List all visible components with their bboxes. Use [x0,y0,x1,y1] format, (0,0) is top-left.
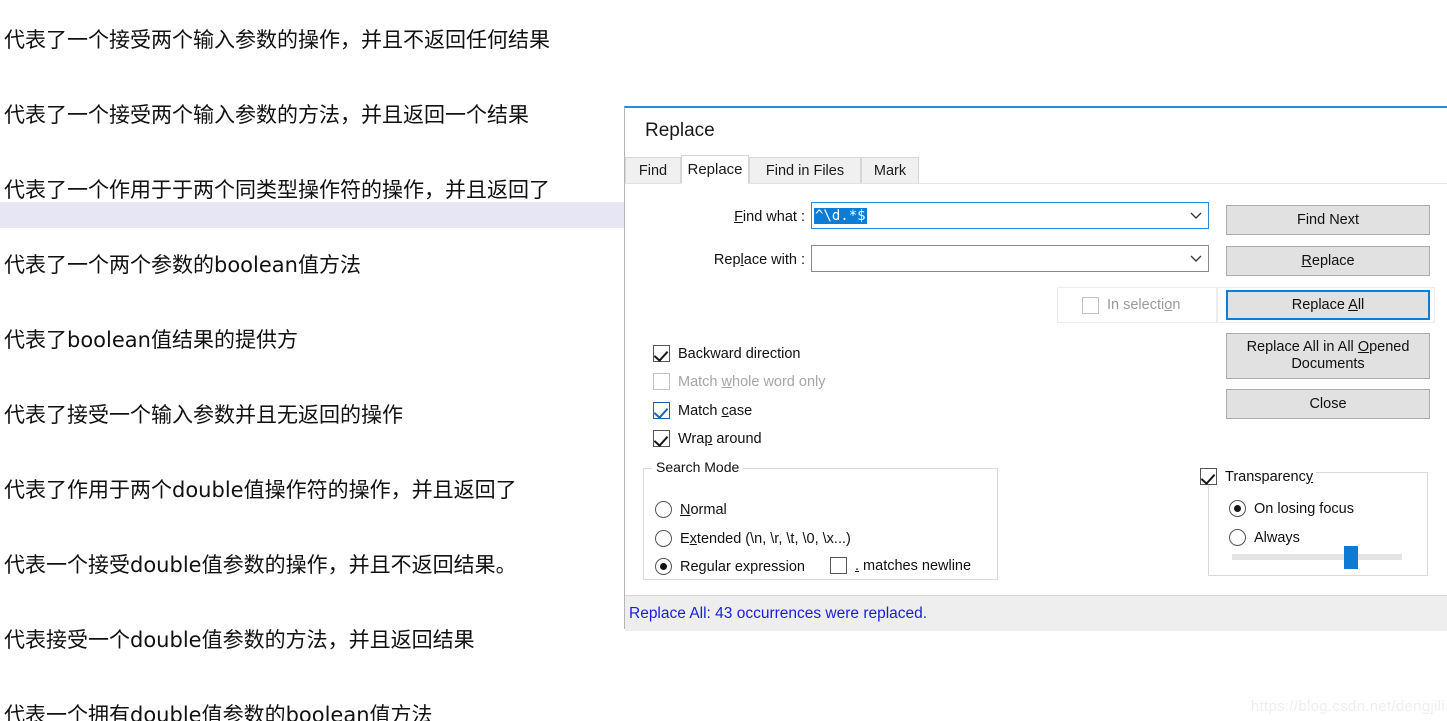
radio-icon [655,501,672,518]
editor-line: 代表了一个作用于于两个同类型操作符的操作，并且返回了 [4,178,550,202]
dialog-status-bar: Replace All: 43 occurrences were replace… [625,595,1447,631]
watermark: https://blog.csdn.net/dengjili [1250,698,1445,715]
dialog-title: Replace [645,120,715,141]
checkbox-icon [653,402,670,419]
wrap-around-label: Wrap around [678,430,762,447]
search-mode-extended-label: Extended (\n, \r, \t, \0, \x...) [680,530,851,547]
replace-with-label: Replace with : [713,252,805,268]
tab-replace[interactable]: Replace [681,155,749,184]
transparency-label: Transparency [1225,468,1314,485]
match-case-label: Match case [678,402,753,419]
replace-all-opened-button[interactable]: Replace All in All Opened Documents [1226,333,1430,379]
in-selection-panel: In selection [1057,287,1217,323]
transparency-checkbox[interactable]: Transparency [1197,468,1317,485]
editor-line: 代表一个接受double值参数的操作，并且不返回结果。 [4,553,517,577]
editor-line: 代表了一个接受两个输入参数的方法，并且返回一个结果 [4,103,529,127]
transparency-group [1208,472,1428,576]
tab-find[interactable]: Find [625,157,681,184]
transparency-slider-track[interactable] [1232,554,1402,560]
dot-matches-newline-label: . matches newline [855,557,972,574]
wrap-around-checkbox[interactable]: Wrap around [653,430,762,447]
editor-line: 代表了接受一个输入参数并且无返回的操作 [4,403,403,427]
status-message: Replace All: 43 occurrences were replace… [629,604,928,622]
in-selection-checkbox[interactable]: In selection [1082,296,1181,314]
radio-icon [1229,529,1246,546]
transparency-on-losing-focus-label: On losing focus [1254,500,1354,517]
app-window: 代表了一个接受两个输入参数的操作，并且不返回任何结果 代表了一个接受两个输入参数… [0,0,1447,721]
replace-all-button[interactable]: Replace All [1226,290,1430,320]
editor-line: 代表了boolean值结果的提供方 [4,328,298,352]
find-what-input[interactable]: ^\d.*$ [811,202,1209,229]
match-whole-word-label: Match whole word only [678,373,826,390]
checkbox-icon [830,557,847,574]
editor-line: 代表了一个接受两个输入参数的操作，并且不返回任何结果 [4,28,550,52]
search-mode-normal-radio[interactable]: Normal [655,501,727,518]
radio-icon [655,530,672,547]
find-what-label: Find what : [734,209,805,225]
replace-button[interactable]: Replace [1226,246,1430,276]
transparency-always-label: Always [1254,529,1300,546]
search-mode-extended-radio[interactable]: Extended (\n, \r, \t, \0, \x...) [655,530,851,547]
radio-icon [655,558,672,575]
backward-direction-label: Backward direction [678,345,801,362]
dot-matches-newline-checkbox[interactable]: . matches newline [830,557,971,574]
checkbox-icon [1200,468,1217,485]
checkbox-icon [653,430,670,447]
search-mode-title: Search Mode [652,459,744,475]
find-what-value: ^\d.*$ [814,207,867,224]
radio-icon [1229,500,1246,517]
editor-line: 代表了一个两个参数的boolean值方法 [4,253,361,277]
tab-find-in-files[interactable]: Find in Files [749,157,861,184]
transparency-always-radio[interactable]: Always [1229,529,1300,546]
checkbox-icon [1082,296,1099,314]
replace-all-opened-label: Replace All in All Opened Documents [1246,339,1410,372]
dialog-tabs: Find Replace Find in Files Mark [625,155,1447,184]
search-mode-regex-radio[interactable]: Regular expression [655,558,805,575]
checkbox-icon [653,373,670,390]
editor-line: 代表了作用于两个double值操作符的操作，并且返回了 [4,478,517,502]
replace-button-label: Replace [1301,252,1355,269]
match-case-checkbox[interactable]: Match case [653,402,752,419]
editor-line: 代表一个拥有double值参数的boolean值方法 [4,703,433,721]
in-selection-label: In selection [1107,297,1181,313]
find-next-button[interactable]: Find Next [1226,205,1430,235]
transparency-slider-thumb[interactable] [1344,546,1358,569]
search-mode-regex-label: Regular expression [680,558,805,575]
search-mode-normal-label: Normal [680,501,727,518]
backward-direction-checkbox[interactable]: Backward direction [653,345,801,362]
match-whole-word-checkbox: Match whole word only [653,373,826,390]
tab-mark[interactable]: Mark [861,157,919,184]
replace-dialog: Replace Find Replace Find in Files Mark … [624,106,1447,631]
replace-all-button-label: Replace All [1291,296,1365,313]
chevron-down-icon[interactable] [1184,203,1208,228]
replace-with-input[interactable] [811,245,1209,272]
checkbox-icon [653,345,670,362]
chevron-down-icon[interactable] [1184,246,1208,271]
editor-line: 代表接受一个double值参数的方法，并且返回结果 [4,628,475,652]
close-button[interactable]: Close [1226,389,1430,419]
transparency-on-losing-focus-radio[interactable]: On losing focus [1229,500,1354,517]
